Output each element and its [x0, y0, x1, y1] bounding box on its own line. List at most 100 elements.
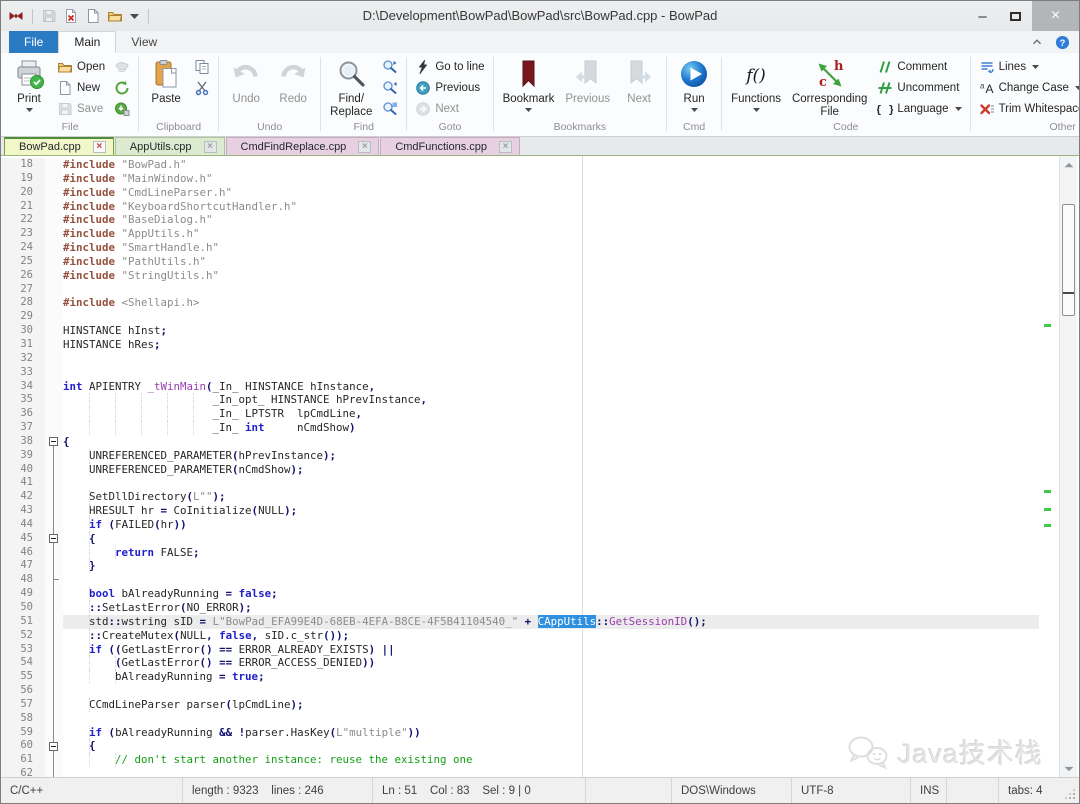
code-line-56[interactable]: 56 [1, 684, 1039, 698]
functions-button[interactable]: f()Functions [726, 56, 786, 112]
code-line-59[interactable]: 59 if (bAlreadyRunning && !parser.HasKey… [1, 726, 1039, 740]
code-line-47[interactable]: 47 } [1, 559, 1039, 573]
code-line-43[interactable]: 43 HRESULT hr = CoInitialize(NULL); [1, 504, 1039, 518]
file-tab-cmdfunctions-cpp[interactable]: CmdFunctions.cpp× [380, 137, 520, 155]
status-language[interactable]: C/C++ [1, 778, 183, 803]
tab-close-icon[interactable]: × [499, 141, 512, 153]
quick-new-file-button[interactable] [84, 7, 102, 25]
bookmark-button[interactable]: Bookmark [498, 56, 560, 112]
quick-save-button[interactable] [40, 7, 58, 25]
find-selection-button[interactable] [378, 98, 402, 119]
collapse-ribbon-icon[interactable] [1030, 35, 1044, 49]
tab-close-icon[interactable]: × [358, 141, 371, 153]
code-line-54[interactable]: 54 (GetLastError() == ERROR_ACCESS_DENIE… [1, 656, 1039, 670]
ribbon-tab-view[interactable]: View [116, 31, 172, 53]
code-line-44[interactable]: 44 if (FAILED(hr)) [1, 518, 1039, 532]
code-line-53[interactable]: 53 if ((GetLastError() == ERROR_ALREADY_… [1, 643, 1039, 657]
ribbon-tab-main[interactable]: Main [58, 31, 116, 53]
ribbon-tab-file[interactable]: File [9, 31, 58, 53]
code-line-46[interactable]: 46 return FALSE; [1, 546, 1039, 560]
open-button[interactable]: Open [53, 56, 109, 77]
vertical-scrollbar[interactable] [1059, 156, 1077, 779]
goto-next-button[interactable]: Next [411, 98, 488, 119]
code-line-52[interactable]: 52 ::CreateMutex(NULL, false, sID.c_str(… [1, 629, 1039, 643]
code-line-62[interactable]: 62 [1, 767, 1039, 779]
code-line-60[interactable]: 60 { [1, 739, 1039, 753]
find-replace-button[interactable]: Find/Replace [325, 56, 377, 118]
file-tab-apputils-cpp[interactable]: AppUtils.cpp× [115, 137, 225, 155]
fold-margin[interactable] [45, 435, 63, 449]
code-line-18[interactable]: 18#include "BowPad.h" [1, 158, 1039, 172]
minimize-button[interactable]: – [966, 1, 999, 31]
fold-marker-icon[interactable] [49, 534, 58, 543]
import-button[interactable] [110, 98, 134, 119]
close-button[interactable]: × [1032, 1, 1079, 31]
run-button[interactable]: Run [671, 56, 717, 112]
find-next-button[interactable] [378, 56, 402, 77]
scrollbar-thumb[interactable] [1062, 204, 1075, 316]
fold-margin[interactable] [45, 739, 63, 753]
code-line-57[interactable]: 57 CCmdLineParser parser(lpCmdLine); [1, 698, 1039, 712]
lines-button[interactable]: Lines [975, 56, 1079, 77]
quick-close-file-button[interactable] [62, 7, 80, 25]
trim-whitespaces-button[interactable]: Trim Whitespaces [975, 98, 1079, 119]
code-line-39[interactable]: 39 UNREFERENCED_PARAMETER(hPrevInstance)… [1, 449, 1039, 463]
code-line-41[interactable]: 41 [1, 476, 1039, 490]
goto-previous-button[interactable]: Previous [411, 77, 488, 98]
status-encoding[interactable]: UTF-8 [792, 778, 911, 803]
code-line-42[interactable]: 42 SetDllDirectory(L""); [1, 490, 1039, 504]
scroll-down-icon[interactable] [1061, 762, 1077, 776]
code-line-25[interactable]: 25#include "PathUtils.h" [1, 255, 1039, 269]
code-line-40[interactable]: 40 UNREFERENCED_PARAMETER(nCmdShow); [1, 463, 1039, 477]
status-insert-mode[interactable]: INS [911, 778, 947, 803]
uncomment-button[interactable]: Uncomment [873, 77, 965, 98]
code-line-24[interactable]: 24#include "SmartHandle.h" [1, 241, 1039, 255]
code-line-49[interactable]: 49 bool bAlreadyRunning = false; [1, 587, 1039, 601]
quick-access-dropdown-icon[interactable] [130, 14, 139, 19]
fold-marker-icon[interactable] [49, 437, 58, 446]
corresponding-file-button[interactable]: chCorrespondingFile [787, 56, 872, 118]
paste-button[interactable]: Paste [143, 56, 189, 106]
code-line-27[interactable]: 27 [1, 283, 1039, 297]
cut-button[interactable] [190, 77, 214, 98]
code-line-20[interactable]: 20#include "CmdLineParser.h" [1, 186, 1039, 200]
save-button[interactable]: Save [53, 98, 109, 119]
code-line-38[interactable]: 38{ [1, 435, 1039, 449]
bowpad-logo-button[interactable] [7, 7, 25, 25]
code-line-58[interactable]: 58 [1, 712, 1039, 726]
status-eol-format[interactable]: DOS\Windows [672, 778, 792, 803]
change-case-button[interactable]: aAChange Case [975, 77, 1079, 98]
code-line-48[interactable]: 48 [1, 573, 1039, 587]
fold-marker-icon[interactable] [49, 742, 58, 751]
help-icon[interactable]: ? [1055, 35, 1070, 50]
redo-button[interactable]: Redo [270, 56, 316, 106]
code-line-19[interactable]: 19#include "MainWindow.h" [1, 172, 1039, 186]
scroll-up-icon[interactable] [1061, 158, 1077, 172]
code-line-36[interactable]: 36 _In_ LPTSTR lpCmdLine, [1, 407, 1039, 421]
bookmark-previous-button[interactable]: Previous [560, 56, 615, 106]
save-all-button[interactable] [110, 56, 134, 77]
code-editor[interactable]: 18#include "BowPad.h"19#include "MainWin… [1, 156, 1079, 779]
code-line-21[interactable]: 21#include "KeyboardShortcutHandler.h" [1, 200, 1039, 214]
code-line-51[interactable]: 51 std::wstring sID = L"BowPad_EFA99E4D-… [1, 615, 1039, 629]
code-line-23[interactable]: 23#include "AppUtils.h" [1, 227, 1039, 241]
code-line-34[interactable]: 34int APIENTRY _tWinMain(_In_ HINSTANCE … [1, 380, 1039, 394]
find-previous-button[interactable] [378, 77, 402, 98]
fold-margin[interactable] [45, 532, 63, 546]
file-tab-bowpad-cpp[interactable]: BowPad.cpp× [4, 137, 114, 155]
tab-close-icon[interactable]: × [93, 141, 106, 153]
file-tab-cmdfindreplace-cpp[interactable]: CmdFindReplace.cpp× [226, 137, 380, 155]
bookmark-next-button[interactable]: Next [616, 56, 662, 106]
code-line-50[interactable]: 50 ::SetLastError(NO_ERROR); [1, 601, 1039, 615]
code-line-55[interactable]: 55 bAlreadyRunning = true; [1, 670, 1039, 684]
copy-button[interactable] [190, 56, 214, 77]
quick-open-file-button[interactable] [106, 7, 124, 25]
status-tabs[interactable]: tabs: 4 [999, 778, 1079, 803]
code-line-30[interactable]: 30HINSTANCE hInst; [1, 324, 1039, 338]
code-line-29[interactable]: 29 [1, 310, 1039, 324]
code-line-37[interactable]: 37 _In_ int nCmdShow) [1, 421, 1039, 435]
new-button[interactable]: New [53, 77, 109, 98]
language-button[interactable]: { }Language [873, 98, 965, 119]
print-button[interactable]: Print [6, 56, 52, 112]
code-line-61[interactable]: 61 // don't start another instance: reus… [1, 753, 1039, 767]
